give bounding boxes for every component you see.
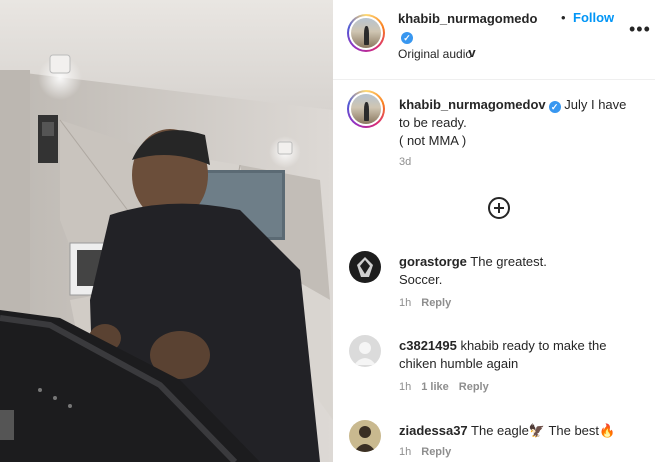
comment-body-line2: Soccer. (399, 272, 443, 287)
follow-button[interactable]: Follow (573, 10, 614, 25)
separator-dot: • (561, 10, 566, 25)
reply-button[interactable]: Reply (421, 297, 451, 309)
comment-text: ziadessa37 The eagle🦅 The best🔥 (399, 422, 639, 440)
comment-meta: 1h Reply (399, 446, 461, 458)
comment-meta: 1h 1 like Reply (399, 381, 499, 393)
add-comment-icon[interactable] (488, 197, 510, 219)
caption-author-avatar[interactable] (347, 90, 385, 128)
comment-time[interactable]: 1h (399, 381, 411, 393)
commenter-avatar[interactable] (349, 420, 381, 452)
comment-body-part2: The best (545, 423, 600, 438)
caption-username[interactable]: khabib_nurmagomedov (399, 97, 546, 112)
author-username-text[interactable]: khabib_nurmagomedo (398, 11, 537, 26)
caption-body-line2: ( not MMA ) (399, 133, 467, 148)
commenter-avatar[interactable] (349, 335, 381, 367)
post-header: khabib_nurmagomedo✓ v • Follow ••• Origi… (333, 0, 655, 80)
fire-emoji: 🔥 (599, 423, 616, 438)
comment-text: gorastorge The greatest. Soccer. (399, 253, 639, 289)
verified-badge-icon: ✓ (401, 32, 413, 44)
audio-link[interactable]: Original audio (398, 47, 472, 61)
comment-username[interactable]: ziadessa37 (399, 423, 468, 438)
verified-badge-icon: ✓ (548, 101, 561, 113)
comment-username[interactable]: gorastorge (399, 254, 467, 269)
caption-text: khabib_nurmagomedov ✓ July I have to be r… (399, 96, 639, 150)
comment-meta: 1h Reply (399, 297, 461, 309)
video-frame (0, 0, 333, 462)
comment-text: c3821495 khabib ready to make the chiken… (399, 337, 639, 373)
comment-username[interactable]: c3821495 (399, 338, 457, 353)
reply-button[interactable]: Reply (421, 446, 451, 458)
more-options-icon[interactable]: ••• (629, 20, 650, 38)
caption-timestamp[interactable]: 3d (399, 156, 411, 168)
comment-time[interactable]: 1h (399, 446, 411, 458)
comment-likes[interactable]: 1 like (421, 381, 449, 393)
comment-body: The eagle (467, 423, 529, 438)
reply-button[interactable]: Reply (459, 381, 489, 393)
author-avatar[interactable] (347, 14, 385, 52)
post-video[interactable] (0, 0, 333, 462)
post-sidebar: khabib_nurmagomedo✓ v • Follow ••• Origi… (333, 0, 655, 462)
comment-time[interactable]: 1h (399, 297, 411, 309)
eagle-emoji: 🦅 (528, 423, 546, 438)
comment-body: The greatest. (466, 254, 547, 269)
commenter-avatar[interactable] (349, 251, 381, 283)
